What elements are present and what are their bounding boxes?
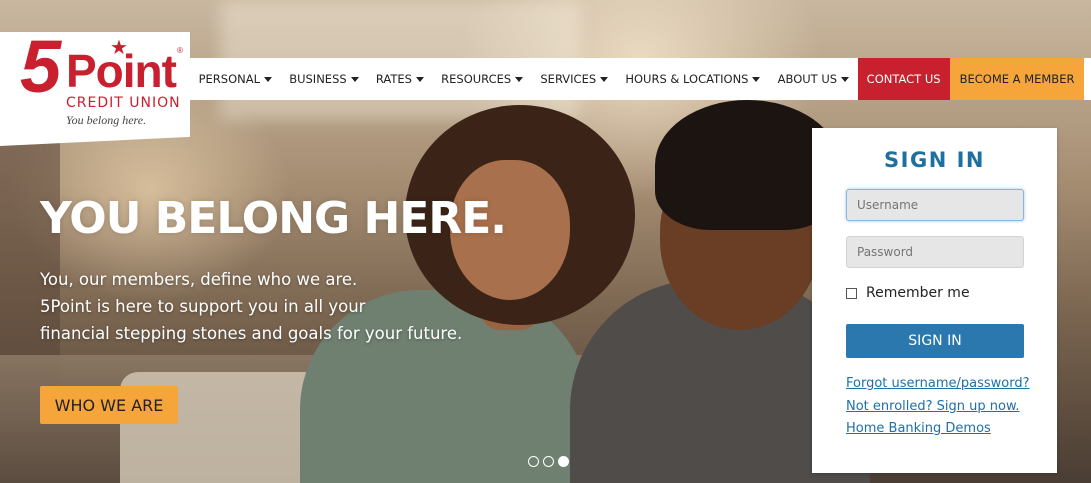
main-nav: PERSONAL BUSINESS RATES RESOURCES SERVIC…: [190, 58, 1091, 100]
signin-title: SIGN IN: [884, 148, 985, 172]
hero-copy: You, our members, define who we are. 5Po…: [40, 266, 462, 347]
caret-down-icon: [752, 76, 761, 82]
hero-copy-line: You, our members, define who we are.: [40, 270, 358, 289]
enroll-link[interactable]: Not enrolled? Sign up now.: [846, 399, 1020, 414]
search-button[interactable]: [1084, 58, 1091, 100]
signin-panel: SIGN IN Remember me SIGN IN Forgot usern…: [812, 128, 1057, 473]
nav-resources[interactable]: RESOURCES: [433, 58, 532, 100]
carousel-dot[interactable]: [543, 456, 554, 467]
logo-star-icon: ★: [110, 37, 128, 59]
logo-registered: ®: [177, 46, 183, 55]
nav-personal[interactable]: PERSONAL: [190, 58, 281, 100]
nav-hours-locations-label: HOURS & LOCATIONS: [625, 72, 749, 86]
caret-down-icon: [841, 76, 850, 82]
password-input[interactable]: [846, 236, 1024, 268]
caret-down-icon: [515, 76, 524, 82]
remember-me-label: Remember me: [866, 285, 970, 301]
logo-credit-union: CREDIT UNION: [66, 95, 181, 111]
who-we-are-button[interactable]: WHO WE ARE: [40, 386, 178, 424]
carousel-indicators: [528, 456, 569, 467]
nav-business-label: BUSINESS: [289, 72, 347, 86]
contact-us-button[interactable]: CONTACT US: [857, 58, 950, 100]
nav-services-label: SERVICES: [540, 72, 597, 86]
carousel-dot[interactable]: [528, 456, 539, 467]
forgot-credentials-link[interactable]: Forgot username/password?: [846, 376, 1030, 391]
nav-resources-label: RESOURCES: [441, 72, 512, 86]
logo-tagline: You belong here.: [66, 113, 147, 127]
nav-about-us[interactable]: ABOUT US: [769, 58, 858, 100]
home-banking-demos-link[interactable]: Home Banking Demos: [846, 421, 991, 436]
nav-personal-label: PERSONAL: [198, 72, 261, 86]
hero-title: YOU BELONG HERE.: [40, 193, 507, 244]
remember-me[interactable]: Remember me: [846, 285, 970, 301]
hero-copy-line: 5Point is here to support you in all you…: [40, 297, 366, 316]
caret-down-icon: [415, 76, 424, 82]
signin-button[interactable]: SIGN IN: [846, 324, 1024, 358]
hero-copy-line: financial stepping stones and goals for …: [40, 324, 463, 343]
username-input[interactable]: [846, 189, 1024, 221]
nav-about-us-label: ABOUT US: [777, 72, 838, 86]
logo-five: 5: [20, 25, 61, 108]
caret-down-icon: [350, 76, 359, 82]
nav-business[interactable]: BUSINESS: [281, 58, 368, 100]
remember-me-checkbox[interactable]: [846, 287, 857, 299]
carousel-dot-active[interactable]: [558, 456, 569, 467]
logo[interactable]: 5 Point ★ ® CREDIT UNION You belong here…: [0, 32, 190, 146]
become-member-button[interactable]: BECOME A MEMBER: [949, 58, 1085, 100]
nav-hours-locations[interactable]: HOURS & LOCATIONS: [617, 58, 769, 100]
nav-rates[interactable]: RATES: [367, 58, 432, 100]
nav-services[interactable]: SERVICES: [532, 58, 617, 100]
nav-rates-label: RATES: [375, 72, 412, 86]
caret-down-icon: [264, 76, 273, 82]
caret-down-icon: [600, 76, 609, 82]
